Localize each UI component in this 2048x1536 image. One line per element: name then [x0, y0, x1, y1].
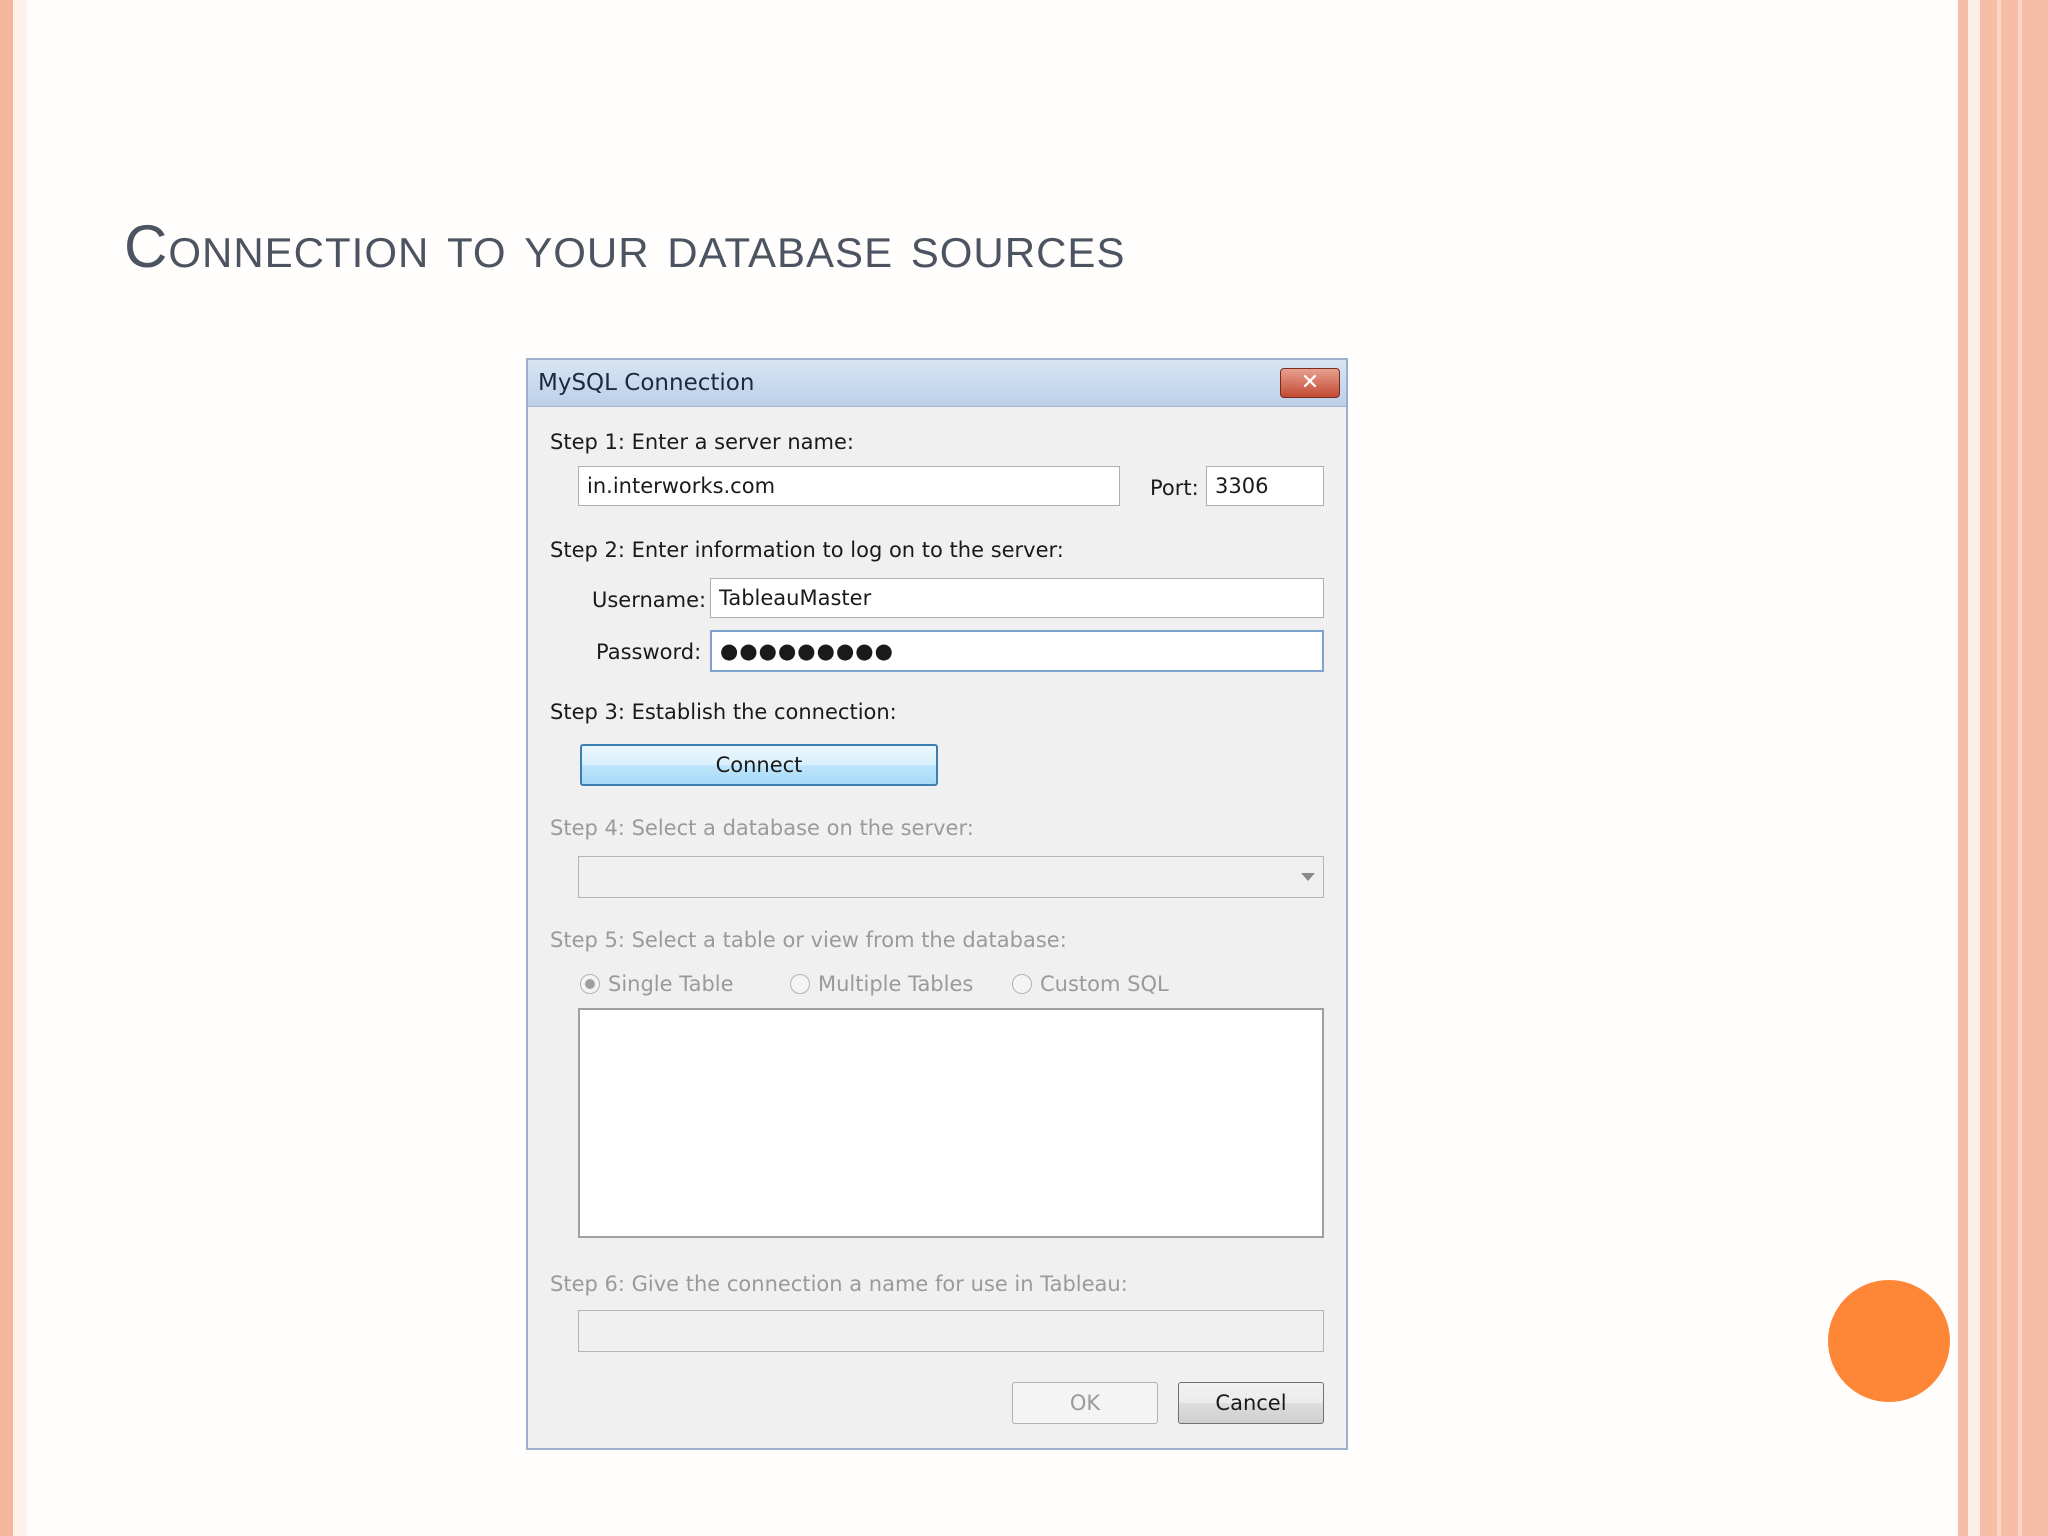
connection-name-input[interactable]: [578, 1310, 1324, 1352]
dialog-titlebar[interactable]: MySQL Connection ✕: [528, 360, 1346, 407]
step3-label: Step 3: Establish the connection:: [550, 700, 897, 724]
step1-label: Step 1: Enter a server name:: [550, 430, 854, 454]
custom-sql-label: Custom SQL: [1040, 972, 1169, 996]
connect-button[interactable]: Connect: [580, 744, 938, 786]
decorative-circle: [1828, 1280, 1950, 1402]
slide-title: Connection to your database sources: [124, 213, 1126, 280]
username-label: Username:: [592, 588, 707, 612]
chevron-down-icon: [1301, 873, 1315, 881]
close-button[interactable]: ✕: [1280, 368, 1340, 398]
port-label: Port:: [1150, 476, 1199, 500]
single-table-label: Single Table: [608, 972, 734, 996]
ok-button[interactable]: OK: [1012, 1382, 1158, 1424]
multiple-tables-label: Multiple Tables: [818, 972, 974, 996]
slide-border-right-3: [1980, 0, 2048, 1536]
username-input[interactable]: TableauMaster: [710, 578, 1324, 618]
single-table-radio[interactable]: [580, 974, 600, 994]
step5-label: Step 5: Select a table or view from the …: [550, 928, 1067, 952]
step2-label: Step 2: Enter information to log on to t…: [550, 538, 1064, 562]
mysql-connection-dialog: MySQL Connection ✕ Step 1: Enter a serve…: [526, 358, 1348, 1450]
custom-sql-radio[interactable]: [1012, 974, 1032, 994]
close-icon: ✕: [1300, 370, 1320, 395]
step6-label: Step 6: Give the connection a name for u…: [550, 1272, 1128, 1296]
password-label: Password:: [596, 640, 702, 664]
server-name-input[interactable]: in.interworks.com: [578, 466, 1120, 506]
slide-border-left-inner: [13, 0, 27, 1536]
slide-border-left: [0, 0, 13, 1536]
port-input[interactable]: 3306: [1206, 466, 1324, 506]
database-select[interactable]: [578, 856, 1324, 898]
table-list-box[interactable]: [578, 1008, 1324, 1238]
slide-border-right-1: [1958, 0, 1968, 1536]
step4-label: Step 4: Select a database on the server:: [550, 816, 974, 840]
multiple-tables-radio[interactable]: [790, 974, 810, 994]
slide-border-right-2: [1968, 0, 1980, 1536]
dialog-title: MySQL Connection: [538, 370, 755, 396]
cancel-button[interactable]: Cancel: [1178, 1382, 1324, 1424]
password-input[interactable]: ●●●●●●●●●: [710, 630, 1324, 672]
slide-border-stripe: [1997, 0, 2001, 1536]
slide-border-stripe: [2018, 0, 2022, 1536]
